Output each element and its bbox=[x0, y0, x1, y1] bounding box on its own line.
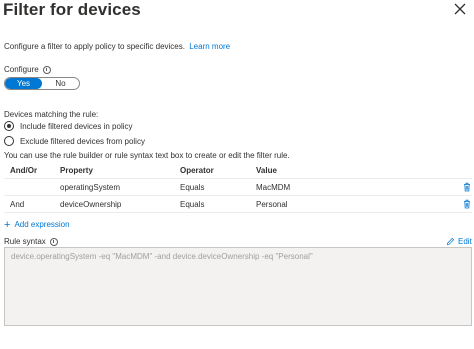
plus-icon: + bbox=[4, 218, 11, 231]
include-radio-label: Include filtered devices in policy bbox=[20, 121, 133, 131]
include-radio[interactable] bbox=[4, 121, 14, 131]
edit-button[interactable]: Edit bbox=[446, 237, 472, 246]
trash-icon[interactable] bbox=[462, 182, 472, 192]
row-operator[interactable]: Equals bbox=[180, 200, 256, 209]
configure-toggle[interactable]: Yes No bbox=[4, 77, 80, 90]
builder-note: You can use the rule builder or rule syn… bbox=[4, 151, 290, 160]
exclude-radio-label: Exclude filtered devices from policy bbox=[20, 136, 145, 146]
matching-label: Devices matching the rule: bbox=[4, 110, 99, 119]
rule-syntax-label: Rule syntax bbox=[4, 237, 58, 246]
row-value[interactable]: MacMDM bbox=[256, 183, 446, 192]
info-icon[interactable] bbox=[49, 237, 58, 246]
configure-yes-option[interactable]: Yes bbox=[5, 78, 42, 89]
rules-table: And/Or Property Operator Value operating… bbox=[4, 163, 472, 213]
header-operator: Operator bbox=[180, 166, 214, 175]
header-value: Value bbox=[256, 166, 277, 175]
header-property: Property bbox=[60, 166, 93, 175]
row-andor[interactable]: And bbox=[4, 200, 60, 209]
learn-more-link[interactable]: Learn more bbox=[189, 42, 230, 51]
row-value[interactable]: Personal bbox=[256, 200, 446, 209]
rule-syntax-textbox[interactable]: device.operatingSystem -eq "MacMDM" -and… bbox=[4, 247, 472, 326]
rule-syntax-label-text: Rule syntax bbox=[4, 237, 46, 246]
table-row[interactable]: operatingSystem Equals MacMDM bbox=[4, 179, 472, 196]
intro-text: Configure a filter to apply policy to sp… bbox=[4, 42, 230, 51]
edit-label: Edit bbox=[458, 237, 472, 246]
table-row[interactable]: And deviceOwnership Equals Personal bbox=[4, 196, 472, 213]
panel-title: Filter for devices bbox=[3, 0, 141, 19]
configure-label: Configure bbox=[4, 65, 51, 74]
intro-description: Configure a filter to apply policy to sp… bbox=[4, 42, 185, 51]
trash-icon[interactable] bbox=[462, 199, 472, 209]
configure-no-option[interactable]: No bbox=[42, 78, 79, 89]
close-icon[interactable] bbox=[453, 2, 467, 16]
pencil-icon bbox=[446, 237, 455, 246]
exclude-radio[interactable] bbox=[4, 136, 14, 146]
row-operator[interactable]: Equals bbox=[180, 183, 256, 192]
row-property[interactable]: operatingSystem bbox=[60, 183, 180, 192]
header-andor: And/Or bbox=[10, 166, 38, 175]
add-expression-label: Add expression bbox=[14, 220, 70, 229]
add-expression-button[interactable]: + Add expression bbox=[4, 218, 70, 231]
include-radio-option[interactable]: Include filtered devices in policy bbox=[4, 121, 133, 131]
info-icon[interactable] bbox=[42, 65, 51, 74]
exclude-radio-option[interactable]: Exclude filtered devices from policy bbox=[4, 136, 145, 146]
row-property[interactable]: deviceOwnership bbox=[60, 200, 180, 209]
rules-table-header: And/Or Property Operator Value bbox=[4, 163, 472, 179]
configure-label-text: Configure bbox=[4, 65, 39, 74]
